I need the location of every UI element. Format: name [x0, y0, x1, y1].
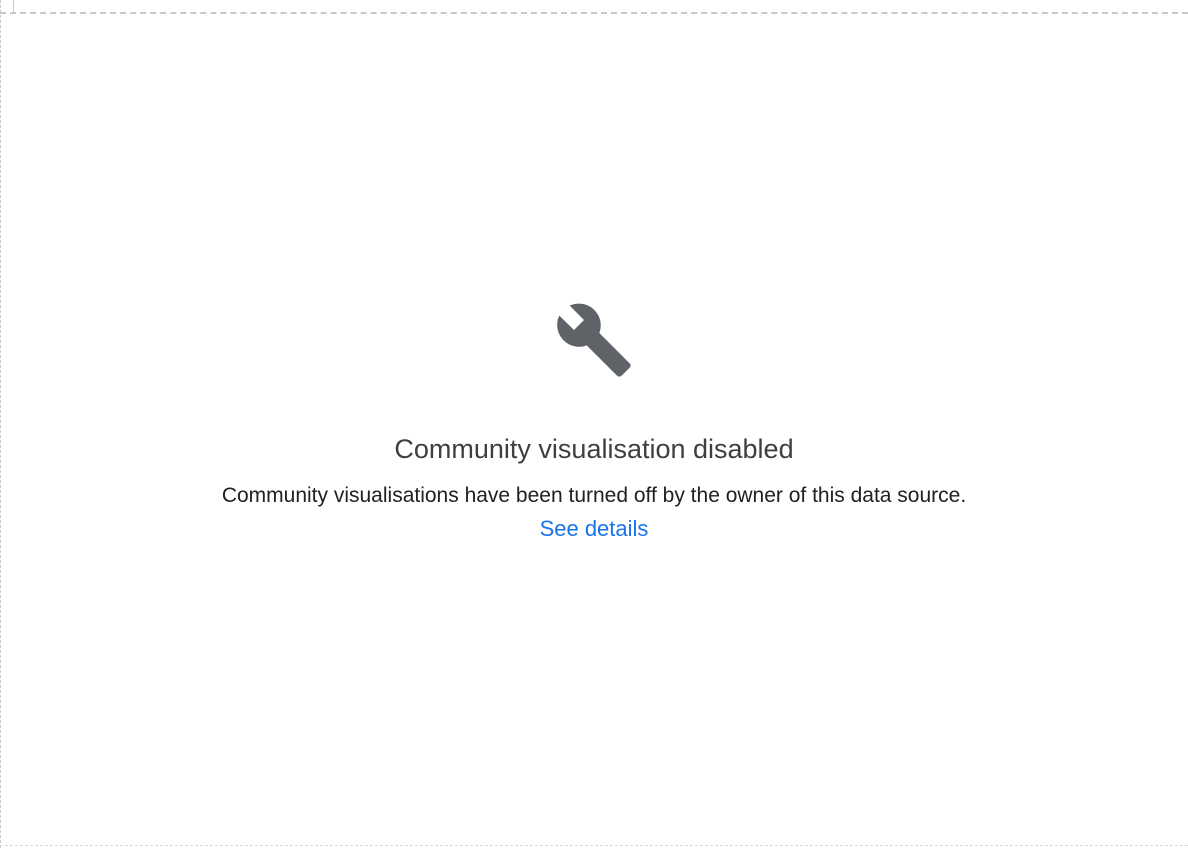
disabled-notice: Community visualisation disabled Communi…: [0, 300, 1188, 544]
see-details-link[interactable]: See details: [540, 514, 649, 544]
notice-title: Community visualisation disabled: [394, 434, 794, 464]
frame-bottom-border: [0, 845, 1188, 846]
wrench-icon: [557, 303, 631, 377]
visualisation-frame: Community visualisation disabled Communi…: [0, 0, 1188, 848]
frame-corner-mark: [13, 0, 14, 12]
notice-message: Community visualisations have been turne…: [221, 484, 967, 507]
frame-top-border: [0, 12, 1188, 14]
